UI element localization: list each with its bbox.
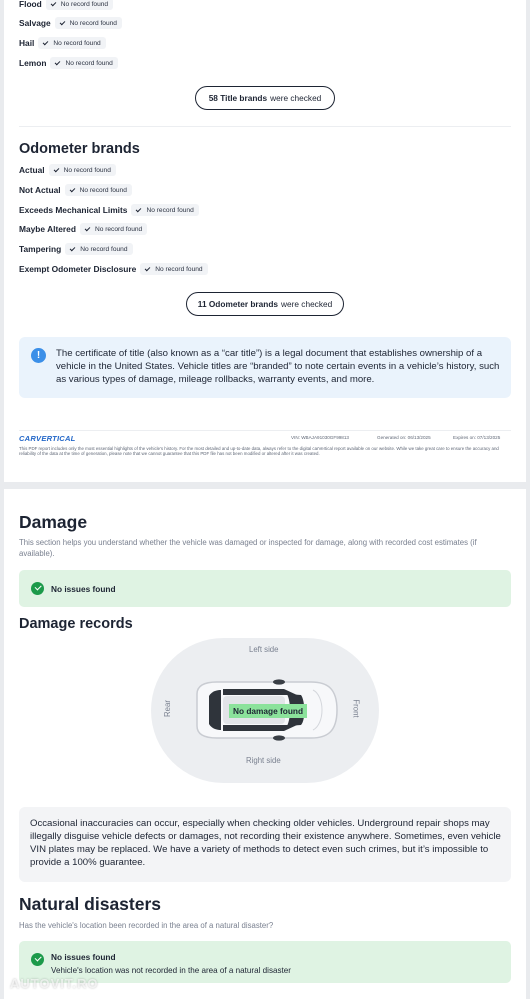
checkmark-icon: [55, 59, 61, 65]
status-chip: No record found: [48, 164, 116, 176]
checkmark-icon: [136, 206, 142, 212]
footer-disclaimer: This PDF report includes only the most e…: [19, 446, 499, 457]
status-chip: No record found: [65, 243, 133, 255]
damage-disclaimer-text: Occasional inaccuracies can occur, espec…: [30, 818, 501, 868]
checkmark-icon: [43, 39, 49, 45]
natural-disasters-heading: Natural disasters: [19, 894, 162, 914]
title-brand-label: Lemon: [19, 58, 47, 68]
footer-generated-date: Generated on: 06/13/2025: [377, 435, 431, 440]
title-brand-label: Hail: [19, 38, 35, 48]
status-chip: No record found: [140, 263, 208, 275]
watermark: AUTOVIT.RO: [10, 976, 99, 991]
checkmark-icon: [53, 166, 59, 172]
odometer-row-tampering: Tampering No record found: [19, 242, 133, 256]
success-check-icon: [31, 582, 44, 595]
title-brand-row-flood: Flood No record found: [19, 0, 114, 11]
odometer-brands-heading: Odometer brands: [19, 141, 140, 157]
odometer-label: Maybe Altered: [19, 224, 76, 234]
checkmark-icon: [69, 245, 76, 251]
title-info-text: The certificate of title (also known as …: [56, 348, 500, 385]
left-side-label: Left side: [249, 645, 279, 654]
section-divider: [19, 126, 511, 127]
front-label: Front: [351, 699, 361, 718]
damage-diagram: Left side Right side Rear Front No damag…: [151, 638, 379, 783]
title-brands-checked-pill: 58 Title brands were checked: [195, 86, 335, 110]
odometer-label: Tampering: [19, 244, 62, 254]
rear-label: Rear: [162, 700, 172, 717]
status-chip: No record found: [38, 37, 106, 49]
status-chip: No record found: [64, 184, 132, 196]
odometer-row-actual: Actual No record found: [19, 163, 116, 177]
info-icon: !: [31, 348, 46, 363]
odometer-label: Exceeds Mechanical Limits: [19, 205, 128, 215]
natural-disasters-question: Has the vehicle's location been recorded…: [19, 921, 274, 930]
status-chip: No record found: [45, 0, 114, 10]
damage-disclaimer-box: Occasional inaccuracies can occur, espec…: [19, 807, 511, 882]
status-chip: No record found: [54, 17, 122, 29]
odometer-row-not-actual: Not Actual No record found: [19, 183, 132, 197]
odometer-row-exempt: Exempt Odometer Disclosure No record fou…: [19, 262, 208, 276]
natural-disasters-detail-text: Vehicle's location was not recorded in t…: [51, 966, 292, 975]
status-chip: No record found: [131, 204, 199, 216]
carvertical-logo: CARVERTICAL: [19, 434, 76, 443]
odometer-label: Exempt Odometer Disclosure: [19, 264, 137, 274]
footer-expiry-date: Expires on: 07/13/2025: [453, 435, 501, 440]
status-chip: No record found: [79, 223, 148, 235]
title-brand-row-hail: Hail No record found: [19, 36, 106, 50]
odometer-row-maybe-altered: Maybe Altered No record found: [19, 222, 148, 236]
checkmark-icon: [69, 186, 75, 192]
title-info-box: ! The certificate of title (also known a…: [19, 337, 511, 398]
title-brand-label: Salvage: [19, 18, 51, 28]
odometer-brands-checked-pill: 11 Odometer brands were checked: [186, 292, 344, 316]
odometer-label: Not Actual: [19, 185, 61, 195]
footer-divider: [19, 430, 511, 431]
checkmark-icon: [84, 225, 91, 231]
right-side-label: Right side: [246, 756, 281, 765]
title-brand-label: Flood: [19, 0, 42, 9]
odometer-label: Actual: [19, 165, 45, 175]
no-damage-badge: No damage found: [229, 704, 308, 718]
natural-disasters-status-text: No issues found: [51, 952, 116, 962]
title-brand-row-salvage: Salvage No record found: [19, 16, 122, 30]
success-check-icon: [31, 953, 44, 966]
report-page-1: Flood No record found Salvage No record …: [4, 0, 526, 482]
checkmark-icon: [144, 265, 151, 271]
odometer-row-exceeds: Exceeds Mechanical Limits No record foun…: [19, 203, 199, 217]
title-brand-row-lemon: Lemon No record found: [19, 56, 118, 70]
status-chip: No record found: [50, 57, 118, 69]
checkmark-icon: [50, 0, 57, 6]
footer-vin: VIN: WBAJA91030GF99813: [291, 435, 349, 440]
damage-heading: Damage: [19, 512, 88, 532]
damage-status-box: No issues found: [19, 570, 511, 607]
report-page-2: Damage This section helps you understand…: [4, 489, 526, 999]
damage-status-text: No issues found: [51, 584, 116, 594]
damage-description: This section helps you understand whethe…: [19, 538, 477, 558]
damage-records-heading: Damage records: [19, 616, 133, 632]
checkmark-icon: [59, 19, 66, 25]
